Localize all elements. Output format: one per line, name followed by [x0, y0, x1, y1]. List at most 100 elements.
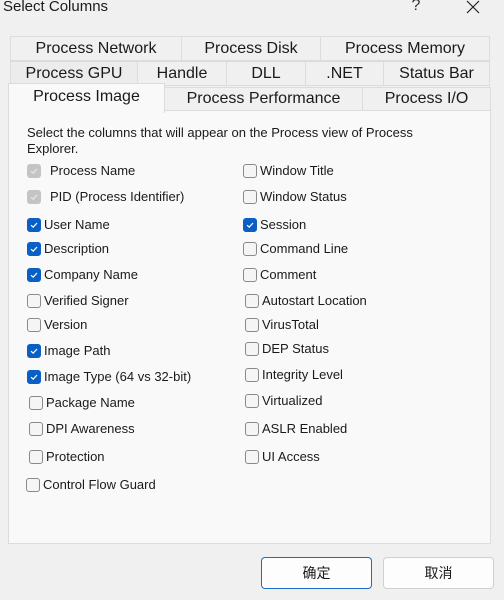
checkbox-checked-icon[interactable]: [243, 217, 257, 232]
tab-label: .NET: [326, 65, 363, 82]
checkbox-dep-status[interactable]: DEP Status: [245, 341, 329, 356]
checkbox-unchecked-icon[interactable]: [243, 267, 257, 282]
checkbox-label: Window Title: [260, 163, 334, 178]
checkbox-unchecked-icon[interactable]: [245, 393, 259, 408]
checkbox-version[interactable]: Version: [27, 317, 87, 332]
checkmark-icon: [30, 168, 38, 174]
checkbox-checked-icon[interactable]: [27, 241, 41, 256]
checkbox-label: Virtualized: [262, 393, 323, 408]
tab-process-image[interactable]: Process Image: [8, 83, 165, 113]
checkbox-label: DEP Status: [262, 341, 329, 356]
checkbox-unchecked-icon[interactable]: [245, 317, 259, 332]
checkbox-unchecked-icon[interactable]: [243, 241, 257, 256]
checkbox-label: Session: [260, 217, 307, 232]
checkbox-unchecked-icon[interactable]: [243, 189, 257, 204]
checkbox-package-name[interactable]: Package Name: [29, 395, 135, 410]
checkbox-autostart-location[interactable]: Autostart Location: [245, 293, 367, 308]
checkbox-label: Process Name: [50, 163, 136, 178]
checkbox-unchecked-icon[interactable]: [29, 421, 43, 436]
checkbox-unchecked-icon[interactable]: [245, 367, 259, 382]
checkbox-unchecked-icon[interactable]: [245, 293, 259, 308]
checkbox-virtualized[interactable]: Virtualized: [245, 393, 322, 408]
checkbox-dpi-awareness[interactable]: DPI Awareness: [29, 421, 135, 436]
checkbox-user-name[interactable]: User Name: [27, 217, 110, 232]
checkbox-protection[interactable]: Protection: [29, 449, 105, 464]
tab-process-disk[interactable]: Process Disk: [181, 36, 321, 61]
checkmark-icon: [30, 272, 38, 278]
help-button[interactable]: ?: [404, 0, 428, 19]
tab-label: Process Network: [35, 40, 157, 57]
tab-process-io[interactable]: Process I/O: [362, 87, 491, 111]
checkbox-label: Image Path: [44, 343, 111, 358]
checkbox-unchecked-icon[interactable]: [29, 395, 43, 410]
checkbox-aslr-enabled[interactable]: ASLR Enabled: [245, 421, 347, 436]
checkbox-checked-icon[interactable]: [27, 217, 41, 232]
checkbox-command-line[interactable]: Command Line: [243, 241, 348, 256]
close-icon: [466, 0, 480, 14]
checkbox-label: Command Line: [260, 241, 349, 256]
tab-dotnet[interactable]: .NET: [305, 61, 384, 86]
tab-label: Process Memory: [344, 40, 466, 57]
checkbox-label: Description: [44, 241, 110, 256]
checkbox-pid-process-identifier: PID (Process Identifier): [27, 189, 184, 204]
checkbox-integrity-level[interactable]: Integrity Level: [245, 367, 343, 382]
checkbox-unchecked-icon[interactable]: [243, 163, 257, 178]
cancel-button[interactable]: 取消: [383, 557, 494, 589]
checkbox-unchecked-icon[interactable]: [27, 317, 41, 332]
checkbox-unchecked-icon[interactable]: [245, 421, 259, 436]
checkbox-comment[interactable]: Comment: [243, 267, 316, 282]
checkbox-session[interactable]: Session: [243, 217, 306, 232]
columns-panel: Select the columns that will appear on t…: [8, 110, 491, 544]
checkbox-label: PID (Process Identifier): [50, 189, 185, 204]
checkbox-label: Integrity Level: [262, 367, 343, 382]
checkbox-ui-access[interactable]: UI Access: [245, 449, 320, 464]
checkbox-label: Verified Signer: [44, 293, 129, 308]
checkbox-description[interactable]: Description: [27, 241, 109, 256]
checkbox-image-type-64-vs-32-bit[interactable]: Image Type (64 vs 32-bit): [27, 369, 191, 384]
checkmark-icon: [246, 222, 254, 228]
tab-label: Process Disk: [204, 40, 298, 57]
checkbox-label: Autostart Location: [262, 293, 367, 308]
checkbox-virustotal[interactable]: VirusTotal: [245, 317, 319, 332]
checkbox-unchecked-icon[interactable]: [26, 477, 40, 492]
checkbox-image-path[interactable]: Image Path: [27, 343, 111, 358]
checkbox-label: Company Name: [44, 267, 138, 282]
tab-process-performance[interactable]: Process Performance: [164, 87, 363, 111]
checkbox-label: VirusTotal: [262, 317, 319, 332]
checkbox-checked-icon[interactable]: [27, 267, 41, 282]
checkbox-checked-icon: [27, 189, 41, 204]
checkbox-checked-icon[interactable]: [27, 369, 41, 384]
tab-process-memory[interactable]: Process Memory: [320, 36, 490, 61]
checkbox-label: ASLR Enabled: [262, 421, 348, 436]
checkbox-window-status[interactable]: Window Status: [243, 189, 347, 204]
checkbox-label: User Name: [44, 217, 110, 232]
checkbox-label: Comment: [260, 267, 317, 282]
checkmark-icon: [30, 348, 38, 354]
window-title: Select Columns: [3, 0, 109, 15]
checkbox-process-name: Process Name: [27, 163, 135, 178]
checkbox-company-name[interactable]: Company Name: [27, 267, 138, 282]
checkbox-checked-icon[interactable]: [27, 343, 41, 358]
ok-button[interactable]: 确定: [261, 557, 372, 589]
checkbox-verified-signer[interactable]: Verified Signer: [27, 293, 129, 308]
tab-label: Status Bar: [399, 65, 474, 82]
checkmark-icon: [30, 374, 38, 380]
checkbox-unchecked-icon[interactable]: [245, 341, 259, 356]
checkmark-icon: [30, 222, 38, 228]
checkbox-unchecked-icon[interactable]: [27, 293, 41, 308]
tab-status-bar[interactable]: Status Bar: [383, 61, 490, 86]
tab-dll[interactable]: DLL: [226, 61, 306, 86]
checkbox-unchecked-icon[interactable]: [245, 449, 259, 464]
checkbox-unchecked-icon[interactable]: [29, 449, 43, 464]
checkbox-checked-icon: [27, 163, 41, 178]
checkbox-window-title[interactable]: Window Title: [243, 163, 334, 178]
tab-label: DLL: [251, 65, 281, 82]
checkbox-label: Protection: [46, 449, 105, 464]
checkbox-label: Window Status: [260, 189, 347, 204]
close-button[interactable]: [460, 0, 486, 20]
panel-description: Select the columns that will appear on t…: [27, 125, 413, 156]
checkbox-control-flow-guard[interactable]: Control Flow Guard: [26, 477, 156, 492]
tab-label: Process I/O: [384, 90, 469, 107]
tab-process-network[interactable]: Process Network: [10, 36, 182, 61]
checkbox-label: Version: [44, 317, 88, 332]
